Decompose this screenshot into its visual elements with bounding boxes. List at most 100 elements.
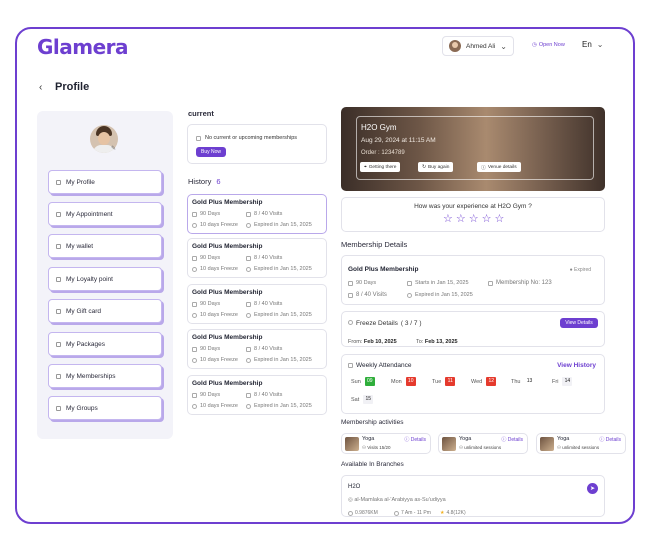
clock-icon [407,292,412,298]
day-label: Sun [351,378,361,385]
distance-icon [348,510,353,516]
days-text: 90 Days [200,301,221,307]
visits-icon [348,292,353,298]
user-menu[interactable]: Ahmed Ali ⌄ [442,36,514,56]
history-card[interactable]: Gold Plus Membership 90 Days 8 / 40 Visi… [187,194,327,234]
language-selector[interactable]: En ⌄ [582,40,604,49]
freeze-text: 10 days Freeze [200,312,238,318]
freeze-count: ( 3 / 7 ) [400,320,422,327]
star-rating[interactable]: ☆ ☆ ☆ ☆ ☆ [443,214,504,225]
language-label: En [582,40,592,49]
glamera-logo[interactable]: Glamera [37,35,129,59]
sidebar-item-my-loyalty-point[interactable]: My Loyalty point [48,267,162,291]
edit-icon[interactable]: ✎ [111,145,116,152]
profile-icon [56,179,61,185]
groups-icon [56,405,61,411]
days-text: 90 Days [200,392,221,398]
history-card[interactable]: Gold Plus Membership 90 Days 8 / 40 Visi… [187,284,327,324]
visits-text: 8 / 40 Visits [254,211,283,217]
activity-card[interactable]: Yoga ⓘ Details ⚇ unlimited sessions [438,433,528,454]
back-arrow-icon[interactable]: ‹ [39,82,42,93]
branch-card[interactable]: H2O ➤ ◎ al-Mamlaka al-'Arabiyya as-Su'ud… [341,475,605,517]
activity-details-link[interactable]: ⓘ Details [501,436,523,443]
star-icon[interactable]: ☆ [495,214,505,225]
star-icon[interactable]: ☆ [469,214,479,225]
star-icon[interactable]: ☆ [443,214,453,225]
activity-details-link[interactable]: ⓘ Details [599,436,621,443]
view-details-button[interactable]: View Details [560,318,598,328]
sidebar-item-my-appointment[interactable]: My Appointment [48,202,162,226]
navigation-icon[interactable]: ➤ [587,483,598,494]
current-memberships-card: No current or upcoming memberships Buy N… [187,124,327,164]
expired-row: Expired in Jan 15, 2025 [246,222,312,228]
activity-sub: ⚇ unlimited sessions [557,445,600,450]
freeze-icon [192,222,197,228]
freeze-icon [192,403,197,409]
sidebar-item-my-wallet[interactable]: My wallet [48,234,162,258]
clock-icon [394,510,399,516]
buy-again-button[interactable]: ↻ Buy again [418,162,454,172]
days-row: 90 Days [348,280,376,286]
sidebar-item-label: My Memberships [66,372,116,380]
venue-details-label: Venue details [487,164,517,170]
user-name: Ahmed Ali [466,42,496,50]
history-card[interactable]: Gold Plus Membership 90 Days 8 / 40 Visi… [187,375,327,415]
activity-name: Yoga [362,436,375,442]
visits-row: 8 / 40 Visits [246,346,282,352]
activity-sub-text: unlimited sessions [464,445,502,450]
open-now-status[interactable]: ◷ Open Now [532,42,565,48]
activity-image [540,437,554,451]
weekly-attendance-card: Weekly Attendance View History Sun 09 Mon… [341,354,605,414]
membership-title: Gold Plus Membership [192,380,263,387]
getting-there-button[interactable]: ⌖ Getting there [360,162,401,172]
venue-details-button[interactable]: ⓘ Venue details [477,162,521,172]
sidebar-item-my-groups[interactable]: My Groups [48,396,162,420]
sidebar-item-my-gift-card[interactable]: My Gift card [48,299,162,323]
day-number: 12 [486,377,497,386]
calendar-icon [56,211,61,217]
clock-icon [246,403,251,409]
attendance-day-thu: Thu 13 [511,377,534,386]
buy-now-button[interactable]: Buy Now [196,147,226,157]
branch-name: H2O [348,484,361,490]
star-icon[interactable]: ☆ [456,214,466,225]
branch-address: ◎ al-Mamlaka al-'Arabiyya as-Su'udiyya [348,497,446,503]
history-card[interactable]: Gold Plus Membership 90 Days 8 / 40 Visi… [187,238,327,278]
activity-details-link[interactable]: ⓘ Details [404,436,426,443]
from-date: Feb 10, 2025 [363,339,397,345]
visits-text: 8 / 40 Visits [254,346,283,352]
membership-details-card: Gold Plus Membership ● Expired 90 Days S… [341,255,605,305]
history-card[interactable]: Gold Plus Membership 90 Days 8 / 40 Visi… [187,329,327,369]
freeze-icon [192,312,197,318]
sidebar-item-my-profile[interactable]: My Profile [48,170,162,194]
distance-text: 0.9876KM [355,510,378,516]
expired-text: Expired in Jan 15, 2025 [254,222,312,228]
empty-text: No current or upcoming memberships [205,135,298,141]
activity-name: Yoga [459,436,472,442]
activity-image [442,437,456,451]
activity-card[interactable]: Yoga ⓘ Details ⚇ Visits 15/20 [341,433,431,454]
sidebar-item-my-packages[interactable]: My Packages [48,332,162,356]
attendance-header: Weekly Attendance [348,362,412,369]
sidebar-item-label: My Packages [66,340,106,348]
visits-row: 8 / 40 Visits [246,301,282,307]
details-label: Details [605,437,621,443]
attendance-day-fri: Fri 14 [552,377,573,386]
membership-title: Gold Plus Membership [192,334,263,341]
page-title: Profile [55,81,90,93]
getting-there-label: Getting there [368,164,397,170]
day-number: 10 [405,377,416,386]
view-history-link[interactable]: View History [557,362,596,369]
star-icon[interactable]: ☆ [482,214,492,225]
activity-card[interactable]: Yoga ⓘ Details ⚇ unlimited sessions [536,433,626,454]
visits-text: 8 / 40 Visits [254,255,283,261]
loyalty-icon [56,276,61,282]
freeze-details-card: Freeze Details( 3 / 7 ) View Details Fro… [341,311,605,347]
expired-row: Expired in Jan 15, 2025 [246,357,312,363]
sidebar-item-my-memberships[interactable]: My Memberships [48,364,162,388]
visits-icon [246,346,251,352]
expired-row: Expired in Jan 15, 2025 [246,403,312,409]
attendance-day-sat: Sat 15 [351,395,374,404]
membership-title: Gold Plus Membership [192,199,263,206]
days-row: 90 Days [192,301,220,307]
